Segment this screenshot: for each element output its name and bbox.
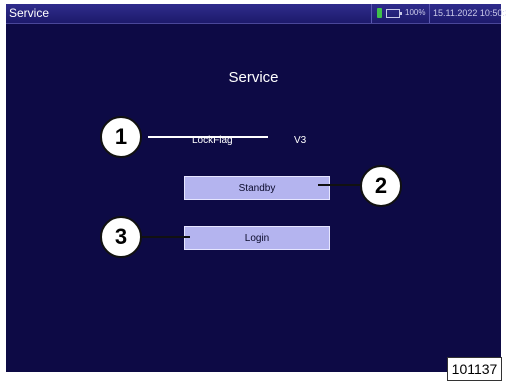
page-title: Service xyxy=(228,69,279,86)
battery-percent: 100% xyxy=(405,8,426,17)
figure-id: 101137 xyxy=(447,357,502,381)
battery-icon xyxy=(386,9,402,18)
callout-1: 1 xyxy=(100,116,142,158)
callout-2: 2 xyxy=(360,165,402,207)
standby-button[interactable]: Standby xyxy=(184,176,330,200)
datetime-status: 15.11.2022 10:50:34 xyxy=(429,4,506,23)
callout-3-leader xyxy=(142,236,190,238)
app-title: Service xyxy=(9,6,50,20)
title-bar: Service 100% 15.11.2022 10:50:34 xyxy=(6,4,506,24)
callout-3: 3 xyxy=(100,216,142,258)
power-status: 100% xyxy=(371,4,430,23)
device-screen: Service 100% 15.11.2022 10:50:34 Service… xyxy=(6,4,506,372)
callout-1-leader xyxy=(148,136,268,138)
callout-2-leader xyxy=(318,184,362,186)
plug-icon xyxy=(377,8,382,18)
login-button[interactable]: Login xyxy=(184,226,330,250)
datetime: 15.11.2022 10:50:34 xyxy=(433,8,506,18)
lock-value: V3 xyxy=(294,135,307,146)
